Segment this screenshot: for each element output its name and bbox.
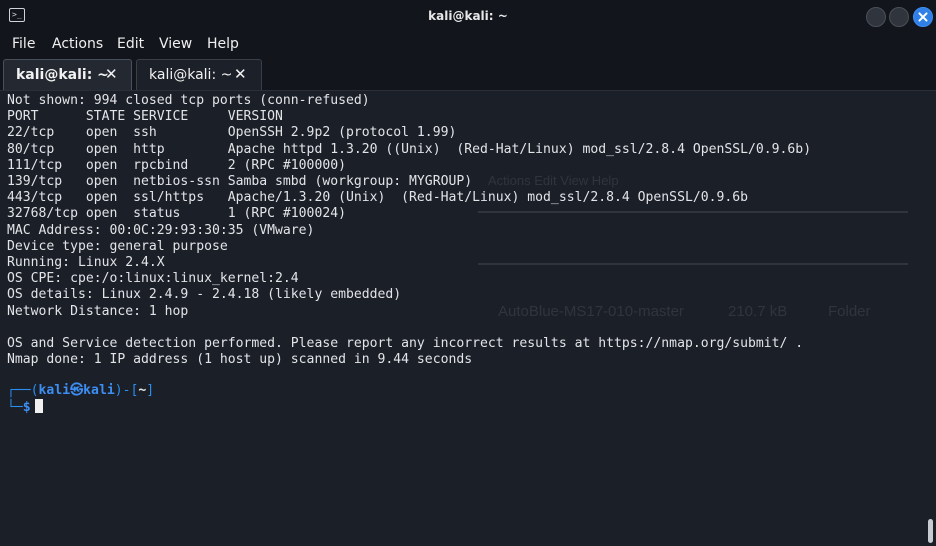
prompt-frame-top: ┌──( bbox=[7, 383, 39, 398]
tab-bar: kali@kali: ~ ✕ kali@kali: ~ ✕ bbox=[0, 56, 936, 91]
scrollbar-thumb[interactable] bbox=[928, 519, 933, 543]
minimize-button[interactable] bbox=[866, 7, 886, 27]
menu-actions[interactable]: Actions bbox=[52, 36, 103, 52]
menu-edit[interactable]: Edit bbox=[117, 36, 144, 52]
menu-bar: File Actions Edit View Help bbox=[0, 32, 936, 56]
menu-help[interactable]: Help bbox=[207, 36, 239, 52]
menu-file[interactable]: File bbox=[12, 36, 35, 52]
tab-close-icon[interactable]: ✕ bbox=[105, 65, 118, 83]
prompt-separator: )-[ bbox=[114, 383, 139, 398]
title-bar: >_ kali@kali: ~ bbox=[0, 0, 936, 32]
terminal-output: Not shown: 994 closed tcp ports (conn-re… bbox=[7, 93, 812, 368]
prompt-frame-bottom: └─ bbox=[7, 400, 23, 415]
prompt-dollar: $ bbox=[22, 400, 31, 415]
tab-label: kali@kali: ~ bbox=[16, 67, 109, 83]
tab-terminal-1[interactable]: kali@kali: ~ ✕ bbox=[3, 59, 132, 90]
terminal-area[interactable]: Actions Edit View Help AutoBlue-MS17-010… bbox=[0, 91, 936, 546]
prompt-line-bottom[interactable]: └─$ bbox=[7, 399, 43, 416]
tab-terminal-2[interactable]: kali@kali: ~ ✕ bbox=[136, 59, 262, 90]
tab-close-icon[interactable]: ✕ bbox=[234, 65, 247, 83]
menu-view[interactable]: View bbox=[159, 36, 192, 52]
prompt-close-bracket: ] bbox=[146, 383, 155, 398]
prompt-line-top: ┌──(kali㉿kali)-[~] bbox=[7, 383, 154, 399]
tab-label: kali@kali: ~ bbox=[149, 67, 233, 83]
prompt-user-host: kali㉿kali bbox=[38, 383, 115, 398]
close-button[interactable] bbox=[913, 7, 933, 27]
ghost-file-type: Folder bbox=[828, 303, 871, 320]
text-cursor bbox=[34, 399, 43, 413]
window-title: kali@kali: ~ bbox=[428, 9, 508, 23]
maximize-button[interactable] bbox=[889, 7, 909, 27]
